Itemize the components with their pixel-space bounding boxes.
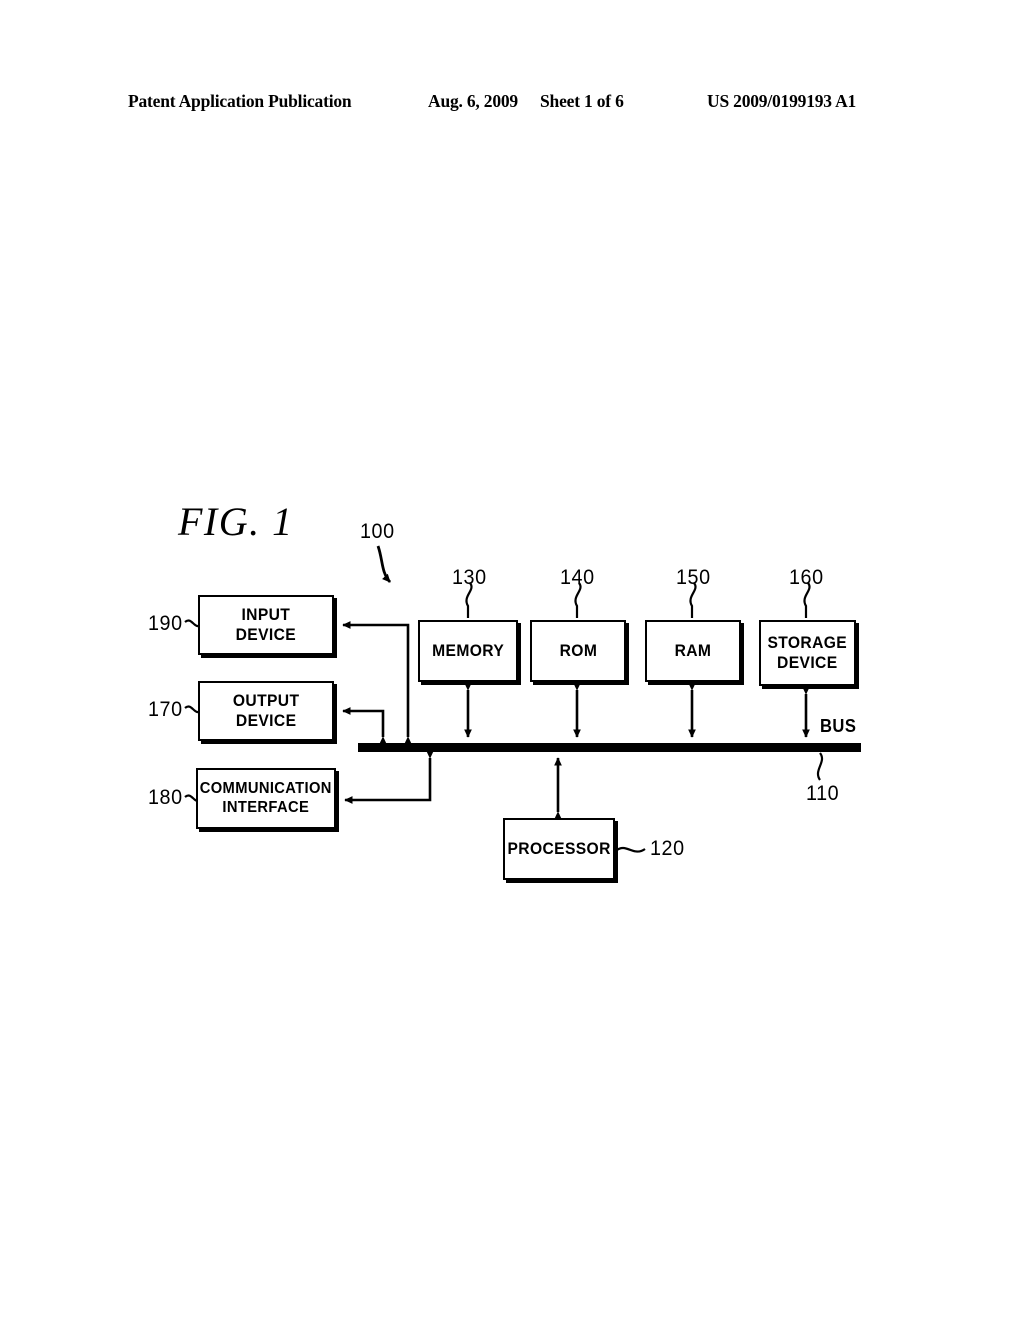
ref-numeral-system: 100 <box>360 520 395 543</box>
ref-numeral-output-device: 170 <box>148 698 183 721</box>
block-input-device-label: INPUT DEVICE <box>235 604 297 644</box>
ref-numeral-ram: 150 <box>676 566 711 589</box>
ref-numeral-processor: 120 <box>650 837 685 860</box>
block-memory: MEMORY <box>418 620 518 682</box>
bus-bar <box>358 743 861 752</box>
ref-numeral-bus: 110 <box>806 782 840 805</box>
block-rom-label: ROM <box>559 640 597 660</box>
ref-numeral-rom: 140 <box>560 566 595 589</box>
block-memory-label: MEMORY <box>431 640 505 660</box>
block-communication-interface: COMMUNICATION INTERFACE <box>196 768 336 829</box>
arrow-comm-interface-bus <box>344 750 434 804</box>
leader-110 <box>816 752 824 781</box>
block-processor-label: PROCESSOR <box>507 838 611 858</box>
ref-numeral-storage-device: 160 <box>789 566 824 589</box>
arrow-output-device-bus <box>342 707 387 745</box>
figure-title: FIG. 1 <box>178 499 294 544</box>
block-input-device: INPUT DEVICE <box>198 595 334 655</box>
leader-120 <box>616 846 646 853</box>
block-storage-device: STORAGE DEVICE <box>759 620 856 686</box>
ref-numeral-memory: 130 <box>452 566 487 589</box>
block-rom: ROM <box>530 620 626 682</box>
ref-numeral-communication-interface: 180 <box>148 786 183 809</box>
block-ram: RAM <box>645 620 741 682</box>
arrow-input-device-bus <box>342 621 412 745</box>
block-processor: PROCESSOR <box>503 818 615 880</box>
block-storage-device-label: STORAGE DEVICE <box>767 632 848 672</box>
block-output-device-label: OUTPUT DEVICE <box>232 690 300 730</box>
block-ram-label: RAM <box>674 640 712 660</box>
system-ref-leader-arrow <box>376 545 392 583</box>
figure-1-block-diagram: FIG. 1 BUS INPUT DEVICE OUTPUT DEVICE CO… <box>0 0 1024 1320</box>
block-output-device: OUTPUT DEVICE <box>198 681 334 741</box>
ref-numeral-input-device: 190 <box>148 612 183 635</box>
bus-label: BUS <box>820 716 857 736</box>
block-communication-interface-label: COMMUNICATION INTERFACE <box>199 779 333 816</box>
